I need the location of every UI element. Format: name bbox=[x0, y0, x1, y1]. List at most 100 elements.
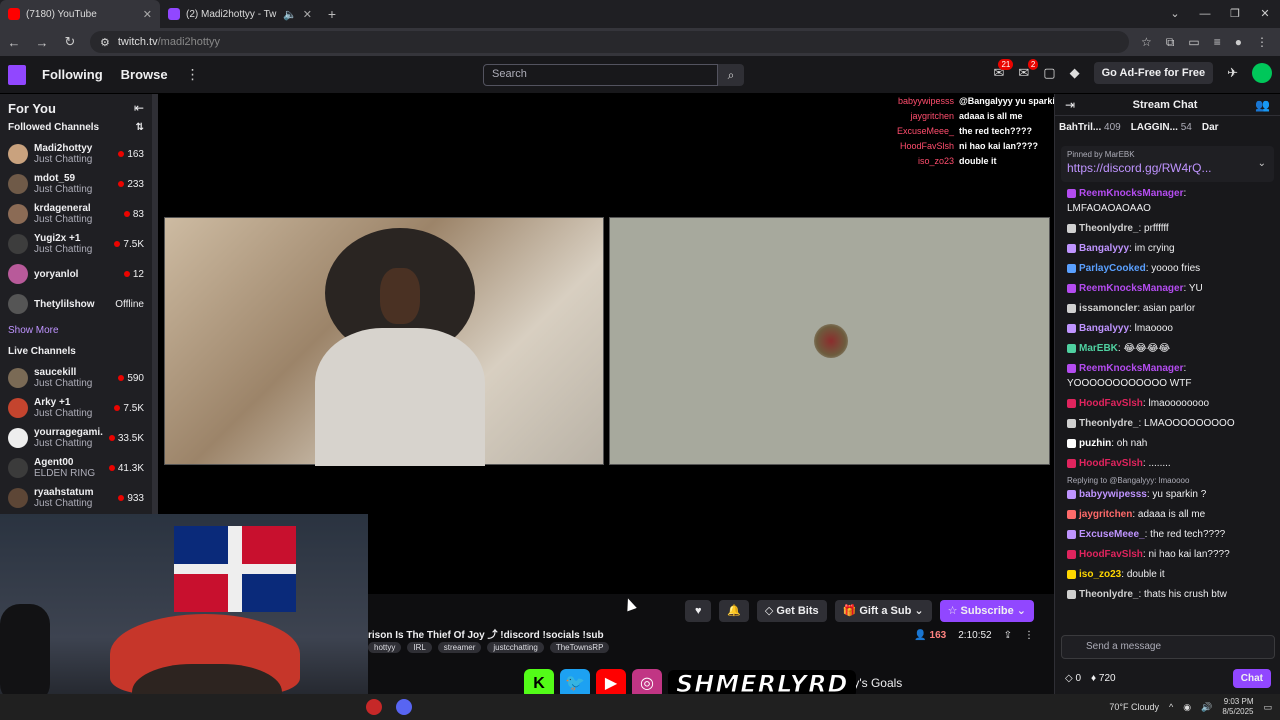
sidepanel-icon[interactable]: ▭ bbox=[1188, 35, 1199, 50]
hype-entry[interactable]: Dar bbox=[1202, 122, 1219, 133]
chat-username[interactable]: HoodFavSlsh bbox=[1079, 549, 1143, 560]
app-icon[interactable] bbox=[366, 699, 382, 715]
chat-message[interactable]: Theonlydre_: LMAOOOOOOOOO bbox=[1067, 416, 1268, 431]
follow-heart-button[interactable]: ♥ bbox=[685, 600, 712, 622]
chat-username[interactable]: babyywipesss bbox=[1079, 489, 1147, 500]
bookmark-star-icon[interactable]: ☆ bbox=[1141, 35, 1152, 50]
chat-username[interactable]: ReemKnocksManager bbox=[1079, 363, 1183, 374]
stream-tag[interactable]: IRL bbox=[407, 642, 432, 653]
sidebar-channel[interactable]: mdot_59 Just Chatting 233 bbox=[8, 169, 144, 199]
close-window-icon[interactable]: ✕ bbox=[1250, 0, 1280, 28]
chat-username[interactable]: jaygritchen bbox=[1079, 509, 1132, 520]
hype-entry[interactable]: LAGGIN... 54 bbox=[1131, 122, 1192, 133]
chat-username[interactable]: ReemKnocksManager bbox=[1079, 188, 1183, 199]
sidebar-channel[interactable]: yoryanlol 12 bbox=[8, 259, 144, 289]
chat-username[interactable]: HoodFavSlsh bbox=[1079, 398, 1143, 409]
chat-input[interactable]: Send a message bbox=[1061, 635, 1275, 659]
browser-tab-twitch[interactable]: (2) Madi2hottyy - Twitch 🔈 ✕ bbox=[160, 0, 320, 28]
clock[interactable]: 9:03 PM 8/5/2025 bbox=[1222, 697, 1253, 717]
collapse-chat-icon[interactable]: ⇥ bbox=[1065, 98, 1075, 112]
chat-message[interactable]: MarEBK: 😂😂😂😂 bbox=[1067, 341, 1268, 356]
sidebar-channel[interactable]: Madi2hottyy Just Chatting 163 bbox=[8, 139, 144, 169]
sidebar-channel[interactable]: krdageneral Just Chatting 83 bbox=[8, 199, 144, 229]
chat-message[interactable]: ReemKnocksManager: LMFAOAOAOAAO bbox=[1067, 186, 1268, 216]
extensions-icon[interactable]: ⧉ bbox=[1166, 35, 1175, 50]
share-icon[interactable]: ⇪ bbox=[1004, 630, 1012, 641]
more-options-icon[interactable]: ⋮ bbox=[1024, 630, 1034, 641]
chat-username[interactable]: HoodFavSlsh bbox=[1079, 458, 1143, 469]
chat-username[interactable]: ExcuseMeee_ bbox=[1079, 529, 1145, 540]
site-info-icon[interactable]: ⚙ bbox=[100, 36, 110, 49]
gift-sub-button[interactable]: 🎁 Gift a Sub ⌄ bbox=[834, 600, 932, 622]
weather[interactable]: 70°F Cloudy bbox=[1109, 702, 1159, 712]
sidebar-channel[interactable]: Thetylilshow Offline bbox=[8, 289, 144, 319]
volume-icon[interactable]: 🔊 bbox=[1201, 702, 1212, 713]
chat-message[interactable]: ExcuseMeee_: the red tech???? bbox=[1067, 527, 1268, 542]
forward-icon[interactable]: → bbox=[34, 35, 50, 50]
nav-browse[interactable]: Browse bbox=[121, 67, 168, 82]
subscribe-button[interactable]: ☆ Subscribe ⌄ bbox=[939, 600, 1034, 622]
users-icon[interactable]: 👥 bbox=[1255, 98, 1270, 112]
maximize-icon[interactable]: ❐ bbox=[1220, 0, 1250, 28]
sidebar-channel[interactable]: saucekill Just Chatting 590 bbox=[8, 363, 144, 393]
show-more-link[interactable]: Show More bbox=[8, 325, 144, 336]
tray-chevron-icon[interactable]: ^ bbox=[1169, 702, 1173, 712]
chat-username[interactable]: Theonlydre_ bbox=[1079, 418, 1138, 429]
chat-message[interactable]: ParlayCooked: yoooo fries bbox=[1067, 261, 1268, 276]
whispers-icon[interactable]: ▢ bbox=[1043, 65, 1055, 81]
prime-icon[interactable]: ✈ bbox=[1227, 65, 1238, 81]
notifications-icon[interactable]: ▭ bbox=[1263, 702, 1272, 713]
pinned-link[interactable]: https://discord.gg/RW4rQ... bbox=[1067, 161, 1268, 175]
user-avatar[interactable] bbox=[1252, 63, 1272, 83]
chat-message[interactable]: jaygritchen: adaaa is all me bbox=[1067, 507, 1268, 522]
hype-entry[interactable]: BahTril... 409 bbox=[1059, 122, 1121, 133]
more-icon[interactable]: ⋮ bbox=[186, 66, 200, 83]
pinned-message[interactable]: Pinned by MarEBK https://discord.gg/RW4r… bbox=[1061, 146, 1274, 182]
menu-icon[interactable]: ⋮ bbox=[1256, 35, 1268, 50]
close-icon[interactable]: ✕ bbox=[303, 8, 312, 21]
stream-tag[interactable]: TheTownsRP bbox=[549, 642, 610, 653]
chat-username[interactable]: Theonlydre_ bbox=[1079, 223, 1138, 234]
wifi-icon[interactable]: ◉ bbox=[1183, 702, 1191, 713]
crown-icon[interactable]: ◆ bbox=[1070, 65, 1080, 81]
bits-balance[interactable]: ♦ 720 bbox=[1091, 673, 1116, 684]
media-icon[interactable]: ≡ bbox=[1214, 35, 1221, 50]
chat-message[interactable]: Bangalyyy: lmaoooo bbox=[1067, 321, 1268, 336]
twitch-logo-icon[interactable] bbox=[8, 64, 26, 85]
discord-icon[interactable] bbox=[396, 699, 412, 715]
dropdown-icon[interactable]: ⌄ bbox=[1160, 0, 1190, 28]
speaker-icon[interactable]: 🔈 bbox=[283, 8, 297, 21]
chat-message[interactable]: ReemKnocksManager: YU bbox=[1067, 281, 1268, 296]
profile-icon[interactable]: ● bbox=[1235, 35, 1242, 50]
nav-following[interactable]: Following bbox=[42, 67, 103, 82]
hype-leaderboard[interactable]: BahTril... 409 LAGGIN... 54 Dar bbox=[1055, 116, 1280, 138]
chat-message[interactable]: HoodFavSlsh: ........ bbox=[1067, 456, 1268, 471]
search-icon[interactable]: ⌕ bbox=[718, 64, 744, 86]
reload-icon[interactable]: ↻ bbox=[62, 34, 78, 50]
chat-message[interactable]: iso_zo23: double it bbox=[1067, 567, 1268, 582]
chat-username[interactable]: ReemKnocksManager bbox=[1079, 283, 1183, 294]
chat-send-button[interactable]: Chat bbox=[1232, 668, 1271, 688]
chat-username[interactable]: issamoncler bbox=[1079, 303, 1137, 314]
sort-icon[interactable]: ⇅ bbox=[136, 122, 144, 133]
collapse-icon[interactable]: ⇤ bbox=[134, 101, 144, 115]
chat-username[interactable]: puzhin bbox=[1079, 438, 1111, 449]
notifications-icon[interactable]: ✉ 2 bbox=[1018, 59, 1039, 81]
go-ad-free-button[interactable]: Go Ad-Free for Free bbox=[1093, 62, 1214, 84]
sidebar-channel[interactable]: ryaahstatum Just Chatting 933 bbox=[8, 483, 144, 513]
sidebar-channel[interactable]: Yugi2x +1 Just Chatting 7.5K bbox=[8, 229, 144, 259]
stream-tag[interactable]: hottyy bbox=[368, 642, 402, 653]
chat-message[interactable]: Theonlydre_: thats his crush btw bbox=[1067, 587, 1268, 602]
get-bits-button[interactable]: ◇ Get Bits bbox=[756, 600, 827, 622]
chevron-down-icon[interactable]: ⌄ bbox=[1258, 158, 1266, 169]
browser-tab-youtube[interactable]: (7180) YouTube ✕ bbox=[0, 0, 160, 28]
chat-message[interactable]: HoodFavSlsh: ni hao kai lan???? bbox=[1067, 547, 1268, 562]
new-tab-button[interactable]: + bbox=[320, 6, 344, 22]
chat-username[interactable]: iso_zo23 bbox=[1079, 569, 1121, 580]
chat-username[interactable]: Bangalyyy bbox=[1079, 323, 1129, 334]
chat-username[interactable]: Theonlydre_ bbox=[1079, 589, 1138, 600]
minimize-icon[interactable]: — bbox=[1190, 0, 1220, 28]
url-field[interactable]: ⚙ twitch.tv/madi2hottyy bbox=[90, 31, 1130, 53]
inbox-icon[interactable]: ✉ 21 bbox=[993, 59, 1014, 81]
close-icon[interactable]: ✕ bbox=[143, 8, 152, 21]
